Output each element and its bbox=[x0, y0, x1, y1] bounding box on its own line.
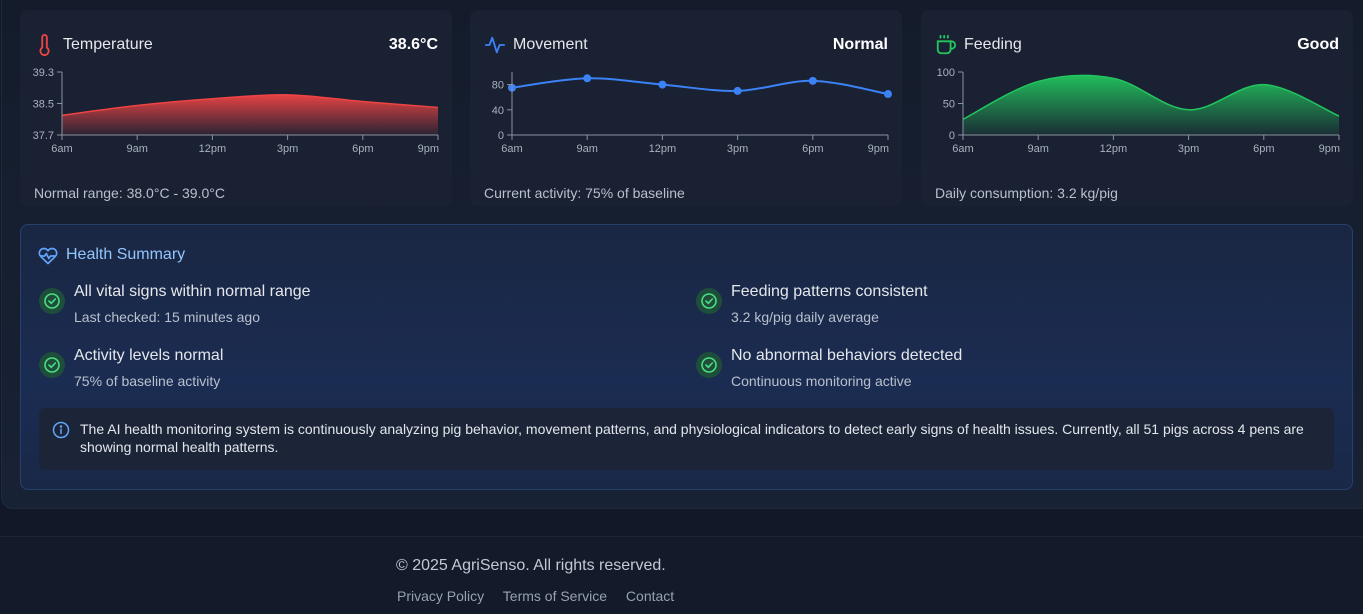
y-tick-label: 39.3 bbox=[33, 67, 54, 79]
activity-icon bbox=[484, 36, 506, 54]
x-tick-label: 9am bbox=[1027, 143, 1048, 155]
card-footer: Current activity: 75% of baseline bbox=[484, 185, 685, 201]
check-circle-icon bbox=[39, 288, 65, 314]
data-point bbox=[733, 86, 742, 95]
data-point bbox=[583, 74, 592, 83]
card-title: Feeding bbox=[964, 36, 1022, 53]
x-tick-label: 9am bbox=[576, 143, 597, 155]
x-tick-label: 3pm bbox=[277, 143, 298, 155]
check-circle-icon bbox=[696, 288, 722, 314]
summary-item-title: Feeding patterns consistent bbox=[731, 283, 928, 300]
contact-link[interactable]: Contact bbox=[626, 588, 674, 604]
copyright-text: © 2025 AgriSenso. All rights reserved. bbox=[396, 557, 666, 574]
x-tick-label: 6am bbox=[952, 143, 973, 155]
x-tick-label: 9pm bbox=[868, 143, 889, 155]
x-tick-label: 9pm bbox=[1319, 143, 1340, 155]
thermometer-icon bbox=[39, 34, 50, 56]
x-tick-label: 12pm bbox=[199, 143, 227, 155]
privacy-policy-link[interactable]: Privacy Policy bbox=[397, 588, 484, 604]
data-point bbox=[884, 90, 892, 99]
temperature-chart: 37.7 38.5 39.3 6am 9am 12pm 3pm 6pm 9pm bbox=[33, 67, 439, 155]
footer-links: Privacy Policy Terms of Service Contact bbox=[397, 588, 689, 604]
y-tick-label: 80 bbox=[492, 80, 504, 92]
info-text: The AI health monitoring system is conti… bbox=[80, 421, 1304, 455]
heart-pulse-icon bbox=[38, 247, 58, 265]
area-fill bbox=[963, 75, 1339, 135]
x-tick-label: 3pm bbox=[727, 143, 748, 155]
card-footer: Normal range: 38.0°C - 39.0°C bbox=[34, 185, 225, 201]
health-summary-title: Health Summary bbox=[66, 246, 186, 263]
data-point bbox=[658, 80, 667, 89]
y-tick-label: 40 bbox=[492, 105, 504, 117]
summary-item-subtitle: 75% of baseline activity bbox=[74, 373, 221, 389]
x-tick-label: 3pm bbox=[1178, 143, 1199, 155]
card-title: Temperature bbox=[63, 36, 153, 53]
x-tick-label: 6pm bbox=[802, 143, 823, 155]
y-tick-label: 38.5 bbox=[33, 99, 54, 111]
y-tick-label: 100 bbox=[937, 67, 955, 79]
info-box: The AI health monitoring system is conti… bbox=[39, 408, 1334, 470]
summary-item: No abnormal behaviors detected Continuou… bbox=[696, 347, 1296, 397]
card-title: Movement bbox=[513, 36, 588, 53]
feeding-card: Feeding Good 0 50 100 6am 9am 12pm 3pm 6pm 9pm D… bbox=[921, 10, 1353, 206]
check-circle-icon bbox=[696, 352, 722, 378]
footer: © 2025 AgriSenso. All rights reserved. P… bbox=[0, 536, 1363, 614]
summary-item-title: No abnormal behaviors detected bbox=[731, 347, 963, 364]
y-tick-label: 37.7 bbox=[33, 130, 54, 142]
area-fill bbox=[62, 94, 438, 135]
x-tick-label: 6am bbox=[501, 143, 522, 155]
x-tick-label: 6pm bbox=[352, 143, 373, 155]
check-circle-icon bbox=[39, 352, 65, 378]
summary-item-title: Activity levels normal bbox=[74, 347, 224, 364]
temperature-card: Temperature 38.6°C 37.7 38.5 39.3 6am 9am 12p… bbox=[20, 10, 452, 206]
health-summary-panel: Health Summary All vital signs within no… bbox=[20, 224, 1353, 490]
y-tick-label: 50 bbox=[943, 99, 955, 111]
summary-item-title: All vital signs within normal range bbox=[74, 283, 311, 300]
summary-item: All vital signs within normal range Last… bbox=[39, 283, 639, 333]
card-footer: Daily consumption: 3.2 kg/pig bbox=[935, 185, 1118, 201]
summary-item: Activity levels normal 75% of baseline a… bbox=[39, 347, 639, 397]
x-tick-label: 12pm bbox=[649, 143, 677, 155]
series-line bbox=[511, 77, 889, 96]
data-point bbox=[808, 76, 817, 85]
summary-item: Feeding patterns consistent 3.2 kg/pig d… bbox=[696, 283, 1296, 333]
terms-of-service-link[interactable]: Terms of Service bbox=[503, 588, 607, 604]
x-tick-label: 6am bbox=[51, 143, 72, 155]
card-value: Good bbox=[1297, 36, 1339, 53]
y-tick-label: 0 bbox=[949, 130, 955, 142]
x-tick-label: 12pm bbox=[1100, 143, 1128, 155]
summary-item-subtitle: Last checked: 15 minutes ago bbox=[74, 309, 261, 325]
y-tick-label: 0 bbox=[498, 130, 504, 142]
x-tick-label: 9am bbox=[126, 143, 147, 155]
summary-item-subtitle: Continuous monitoring active bbox=[731, 373, 912, 389]
movement-chart: 0 40 80 6am 9am 12pm 3pm 6pm 9pm bbox=[492, 72, 892, 155]
x-tick-label: 6pm bbox=[1253, 143, 1274, 155]
card-value: 38.6°C bbox=[388, 36, 438, 53]
movement-card: Movement Normal 0 40 80 6am 9am 12pm 3pm 6pm 9pm… bbox=[470, 10, 902, 206]
coffee-cup-icon bbox=[936, 34, 957, 55]
card-value: Normal bbox=[832, 36, 888, 53]
x-tick-label: 9pm bbox=[418, 143, 439, 155]
summary-item-subtitle: 3.2 kg/pig daily average bbox=[731, 309, 879, 325]
info-icon bbox=[52, 421, 70, 439]
feeding-chart: 0 50 100 6am 9am 12pm 3pm 6pm 9pm bbox=[937, 67, 1340, 155]
